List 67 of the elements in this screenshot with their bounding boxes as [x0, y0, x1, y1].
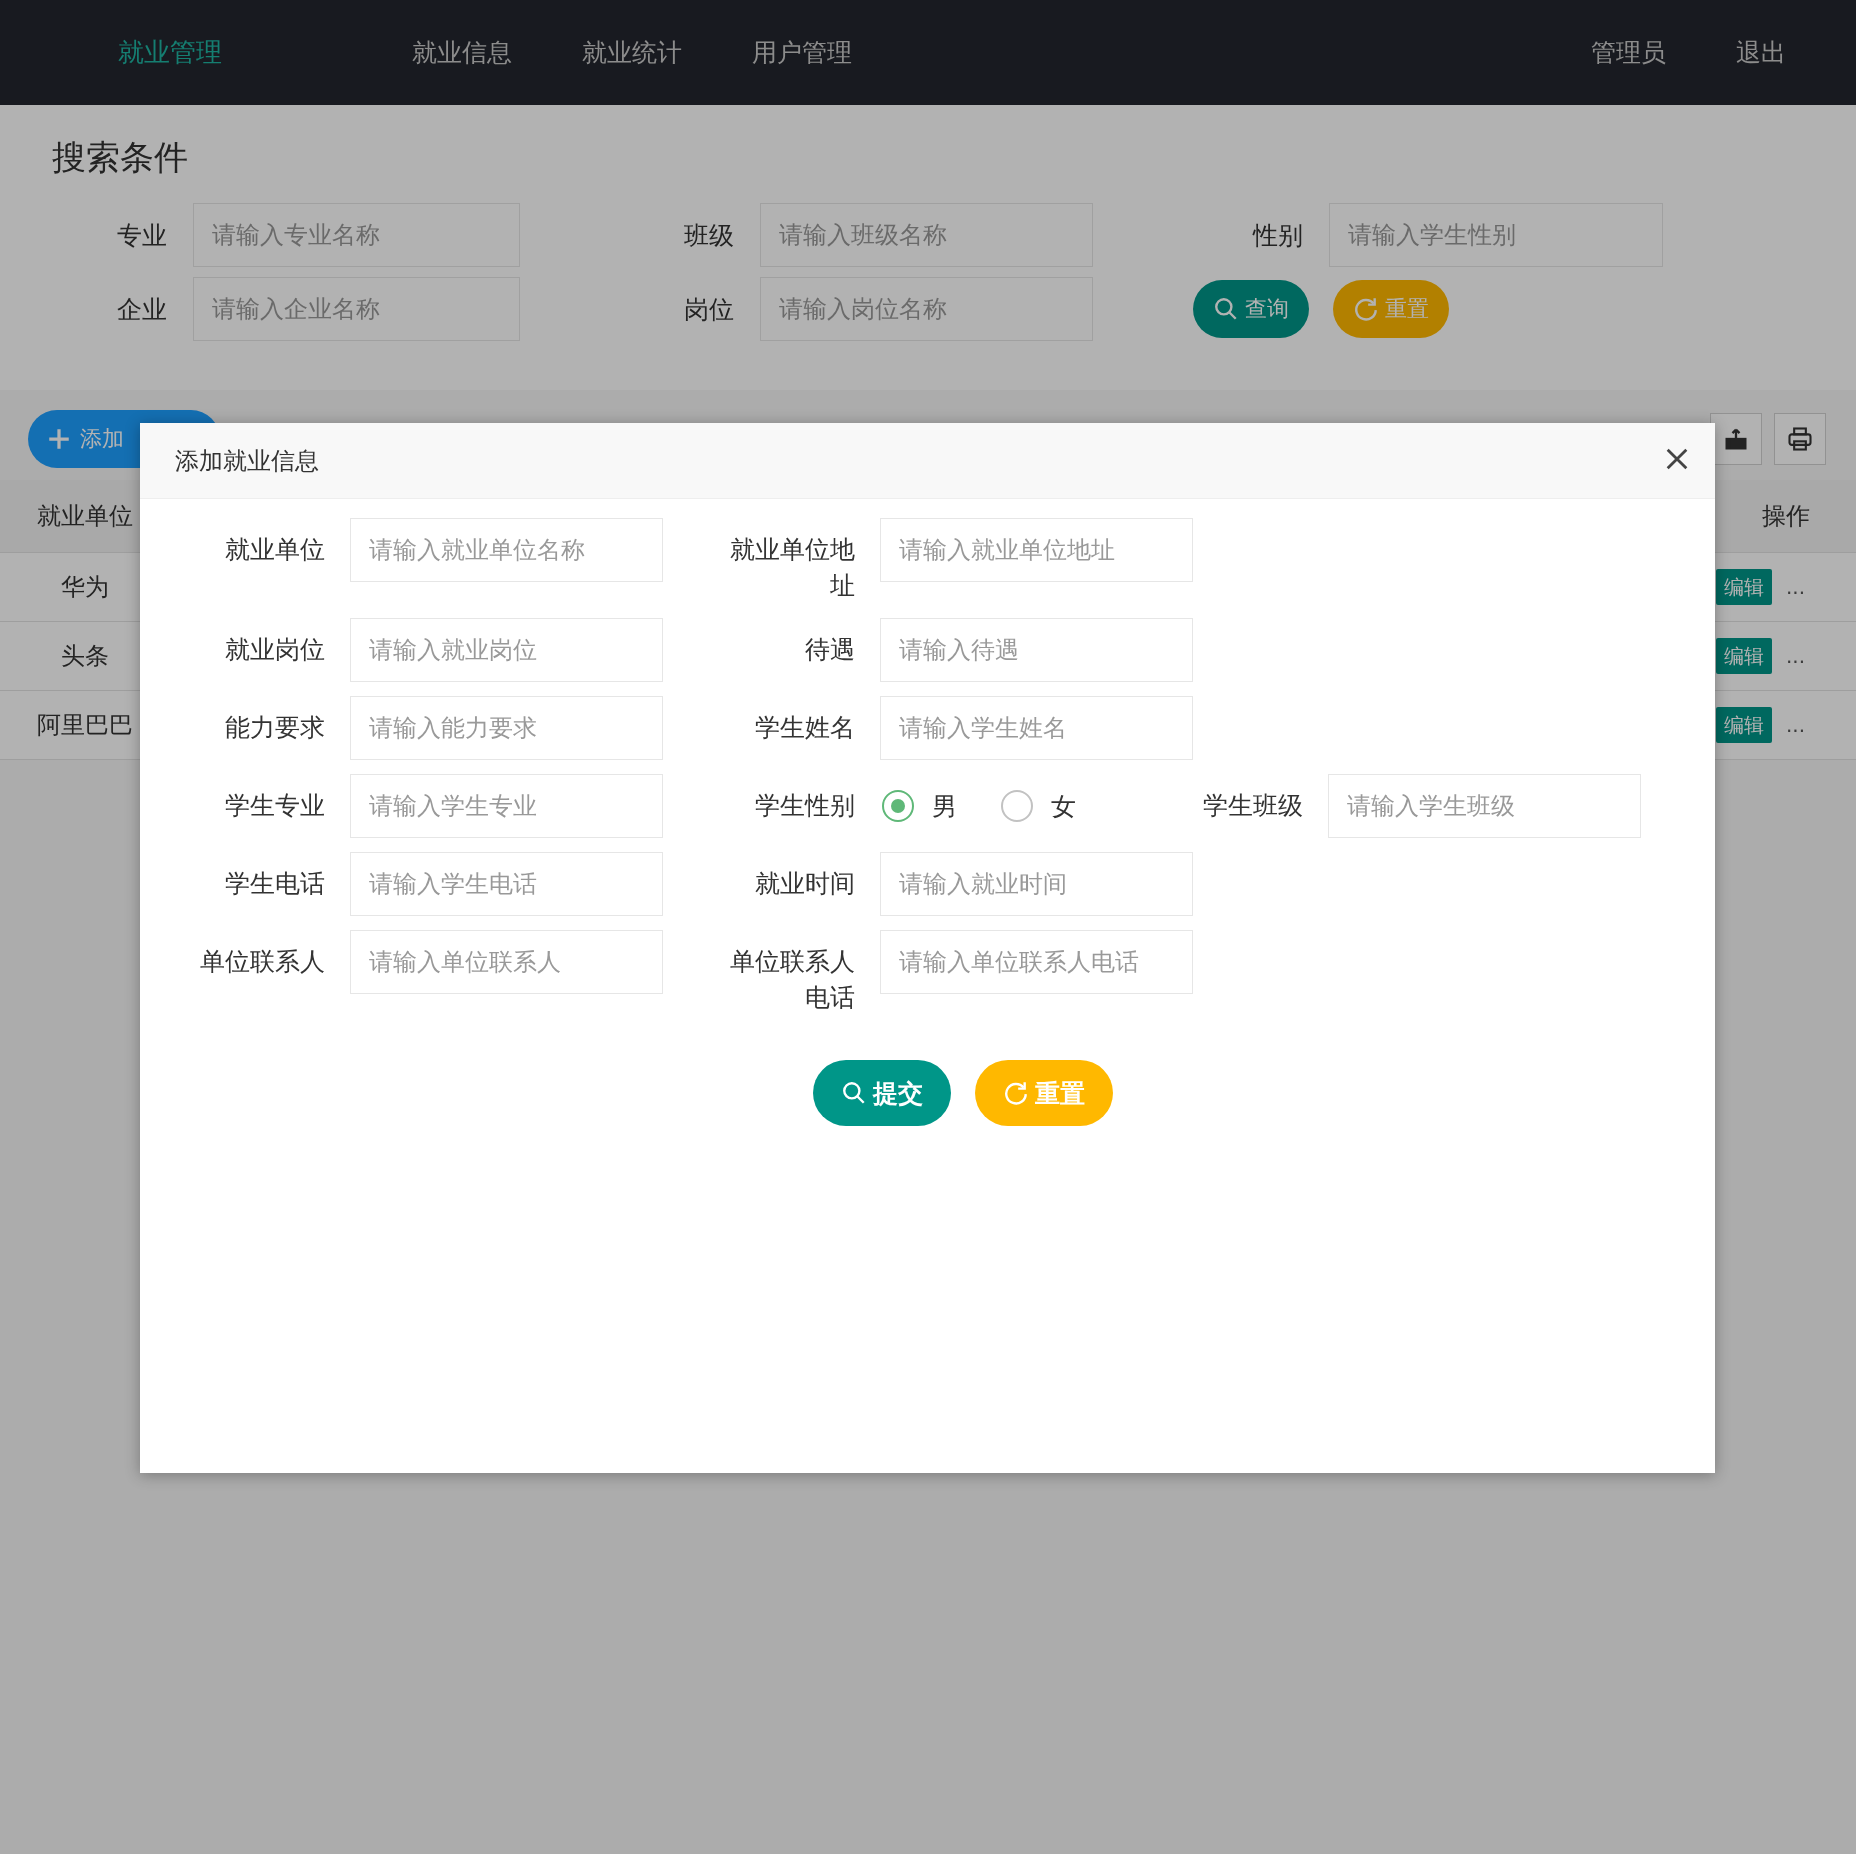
- more-button[interactable]: ...: [1786, 644, 1806, 668]
- more-button[interactable]: ...: [1786, 575, 1806, 599]
- input-field[interactable]: 请输入待遇: [880, 618, 1193, 682]
- field-label: 学生电话: [225, 868, 325, 900]
- table-header-cell-text: 操作: [1761, 501, 1811, 532]
- submit-button[interactable]: 提交: [812, 1060, 951, 1126]
- user-menu[interactable]: 管理员: [1591, 36, 1666, 69]
- search-icon: [840, 1080, 867, 1106]
- section-title: 搜索条件: [52, 136, 188, 179]
- radio-label: 女: [1051, 790, 1076, 823]
- field-label: 学生专业: [225, 790, 325, 822]
- table-cell-text: 阿里巴巴: [36, 710, 134, 741]
- input-field[interactable]: 请输入能力要求: [350, 696, 663, 760]
- radio-button[interactable]: [1001, 790, 1033, 822]
- field-label: 就业时间: [755, 868, 855, 900]
- field-label: 能力要求: [225, 712, 325, 744]
- field-label: 学生性别: [755, 790, 855, 822]
- radio-label: 男: [932, 790, 957, 823]
- field-label: 性别: [1253, 219, 1303, 252]
- field-label: 岗位: [684, 293, 734, 326]
- input-field[interactable]: 请输入就业岗位: [350, 618, 663, 682]
- table-cell-text: 头条: [60, 641, 110, 672]
- search-icon: [1213, 296, 1239, 322]
- input-field[interactable]: 请输入学生专业: [350, 774, 663, 838]
- field-label: 班级: [684, 219, 734, 252]
- field-label: 学生姓名: [755, 712, 855, 744]
- input-field[interactable]: 请输入学生班级: [1328, 774, 1641, 838]
- more-button[interactable]: ...: [1786, 713, 1806, 737]
- refresh-icon: [1353, 296, 1379, 322]
- field-label: 单位联系人电话: [729, 946, 855, 1014]
- field-label: 学生班级: [1203, 790, 1303, 822]
- field-label: 就业单位: [225, 534, 325, 566]
- nav-brand[interactable]: 就业管理: [118, 35, 222, 70]
- field-label: 专业: [117, 219, 167, 252]
- input-field[interactable]: 请输入学生姓名: [880, 696, 1193, 760]
- input-field[interactable]: 请输入学生性别: [1329, 203, 1663, 267]
- edit-button[interactable]: 编辑: [1716, 707, 1772, 743]
- nav-link[interactable]: 就业信息: [412, 36, 512, 69]
- search-button[interactable]: 查询: [1193, 280, 1309, 338]
- input-field[interactable]: 请输入单位联系人电话: [880, 930, 1193, 994]
- print-button[interactable]: [1774, 413, 1826, 465]
- radio-button[interactable]: [882, 790, 914, 822]
- field-label: 单位联系人: [200, 946, 325, 978]
- nav-link[interactable]: 用户管理: [752, 36, 852, 69]
- input-field[interactable]: 请输入就业单位地址: [880, 518, 1193, 582]
- edit-button[interactable]: 编辑: [1716, 569, 1772, 605]
- export-button[interactable]: [1710, 413, 1762, 465]
- table-cell-text: 华为: [60, 572, 110, 603]
- field-label: 就业单位地址: [729, 534, 855, 602]
- input-field[interactable]: 请输入专业名称: [193, 203, 520, 267]
- edit-button[interactable]: 编辑: [1716, 638, 1772, 674]
- field-label: 企业: [117, 293, 167, 326]
- input-field[interactable]: 请输入班级名称: [760, 203, 1093, 267]
- input-field[interactable]: 请输入企业名称: [193, 277, 520, 341]
- printer-icon: [1786, 425, 1814, 453]
- logout-link[interactable]: 退出: [1736, 36, 1786, 69]
- plus-icon: [46, 426, 72, 452]
- input-field[interactable]: 请输入学生电话: [350, 852, 663, 916]
- refresh-icon: [1002, 1080, 1029, 1106]
- table-header-cell-text: 就业单位: [36, 501, 134, 532]
- input-field[interactable]: 请输入就业时间: [880, 852, 1193, 916]
- input-field[interactable]: 请输入单位联系人: [350, 930, 663, 994]
- field-label: 待遇: [805, 634, 855, 666]
- input-field[interactable]: 请输入就业单位名称: [350, 518, 663, 582]
- input-field[interactable]: 请输入岗位名称: [760, 277, 1093, 341]
- nav-link[interactable]: 就业统计: [582, 36, 682, 69]
- field-label: 就业岗位: [225, 634, 325, 666]
